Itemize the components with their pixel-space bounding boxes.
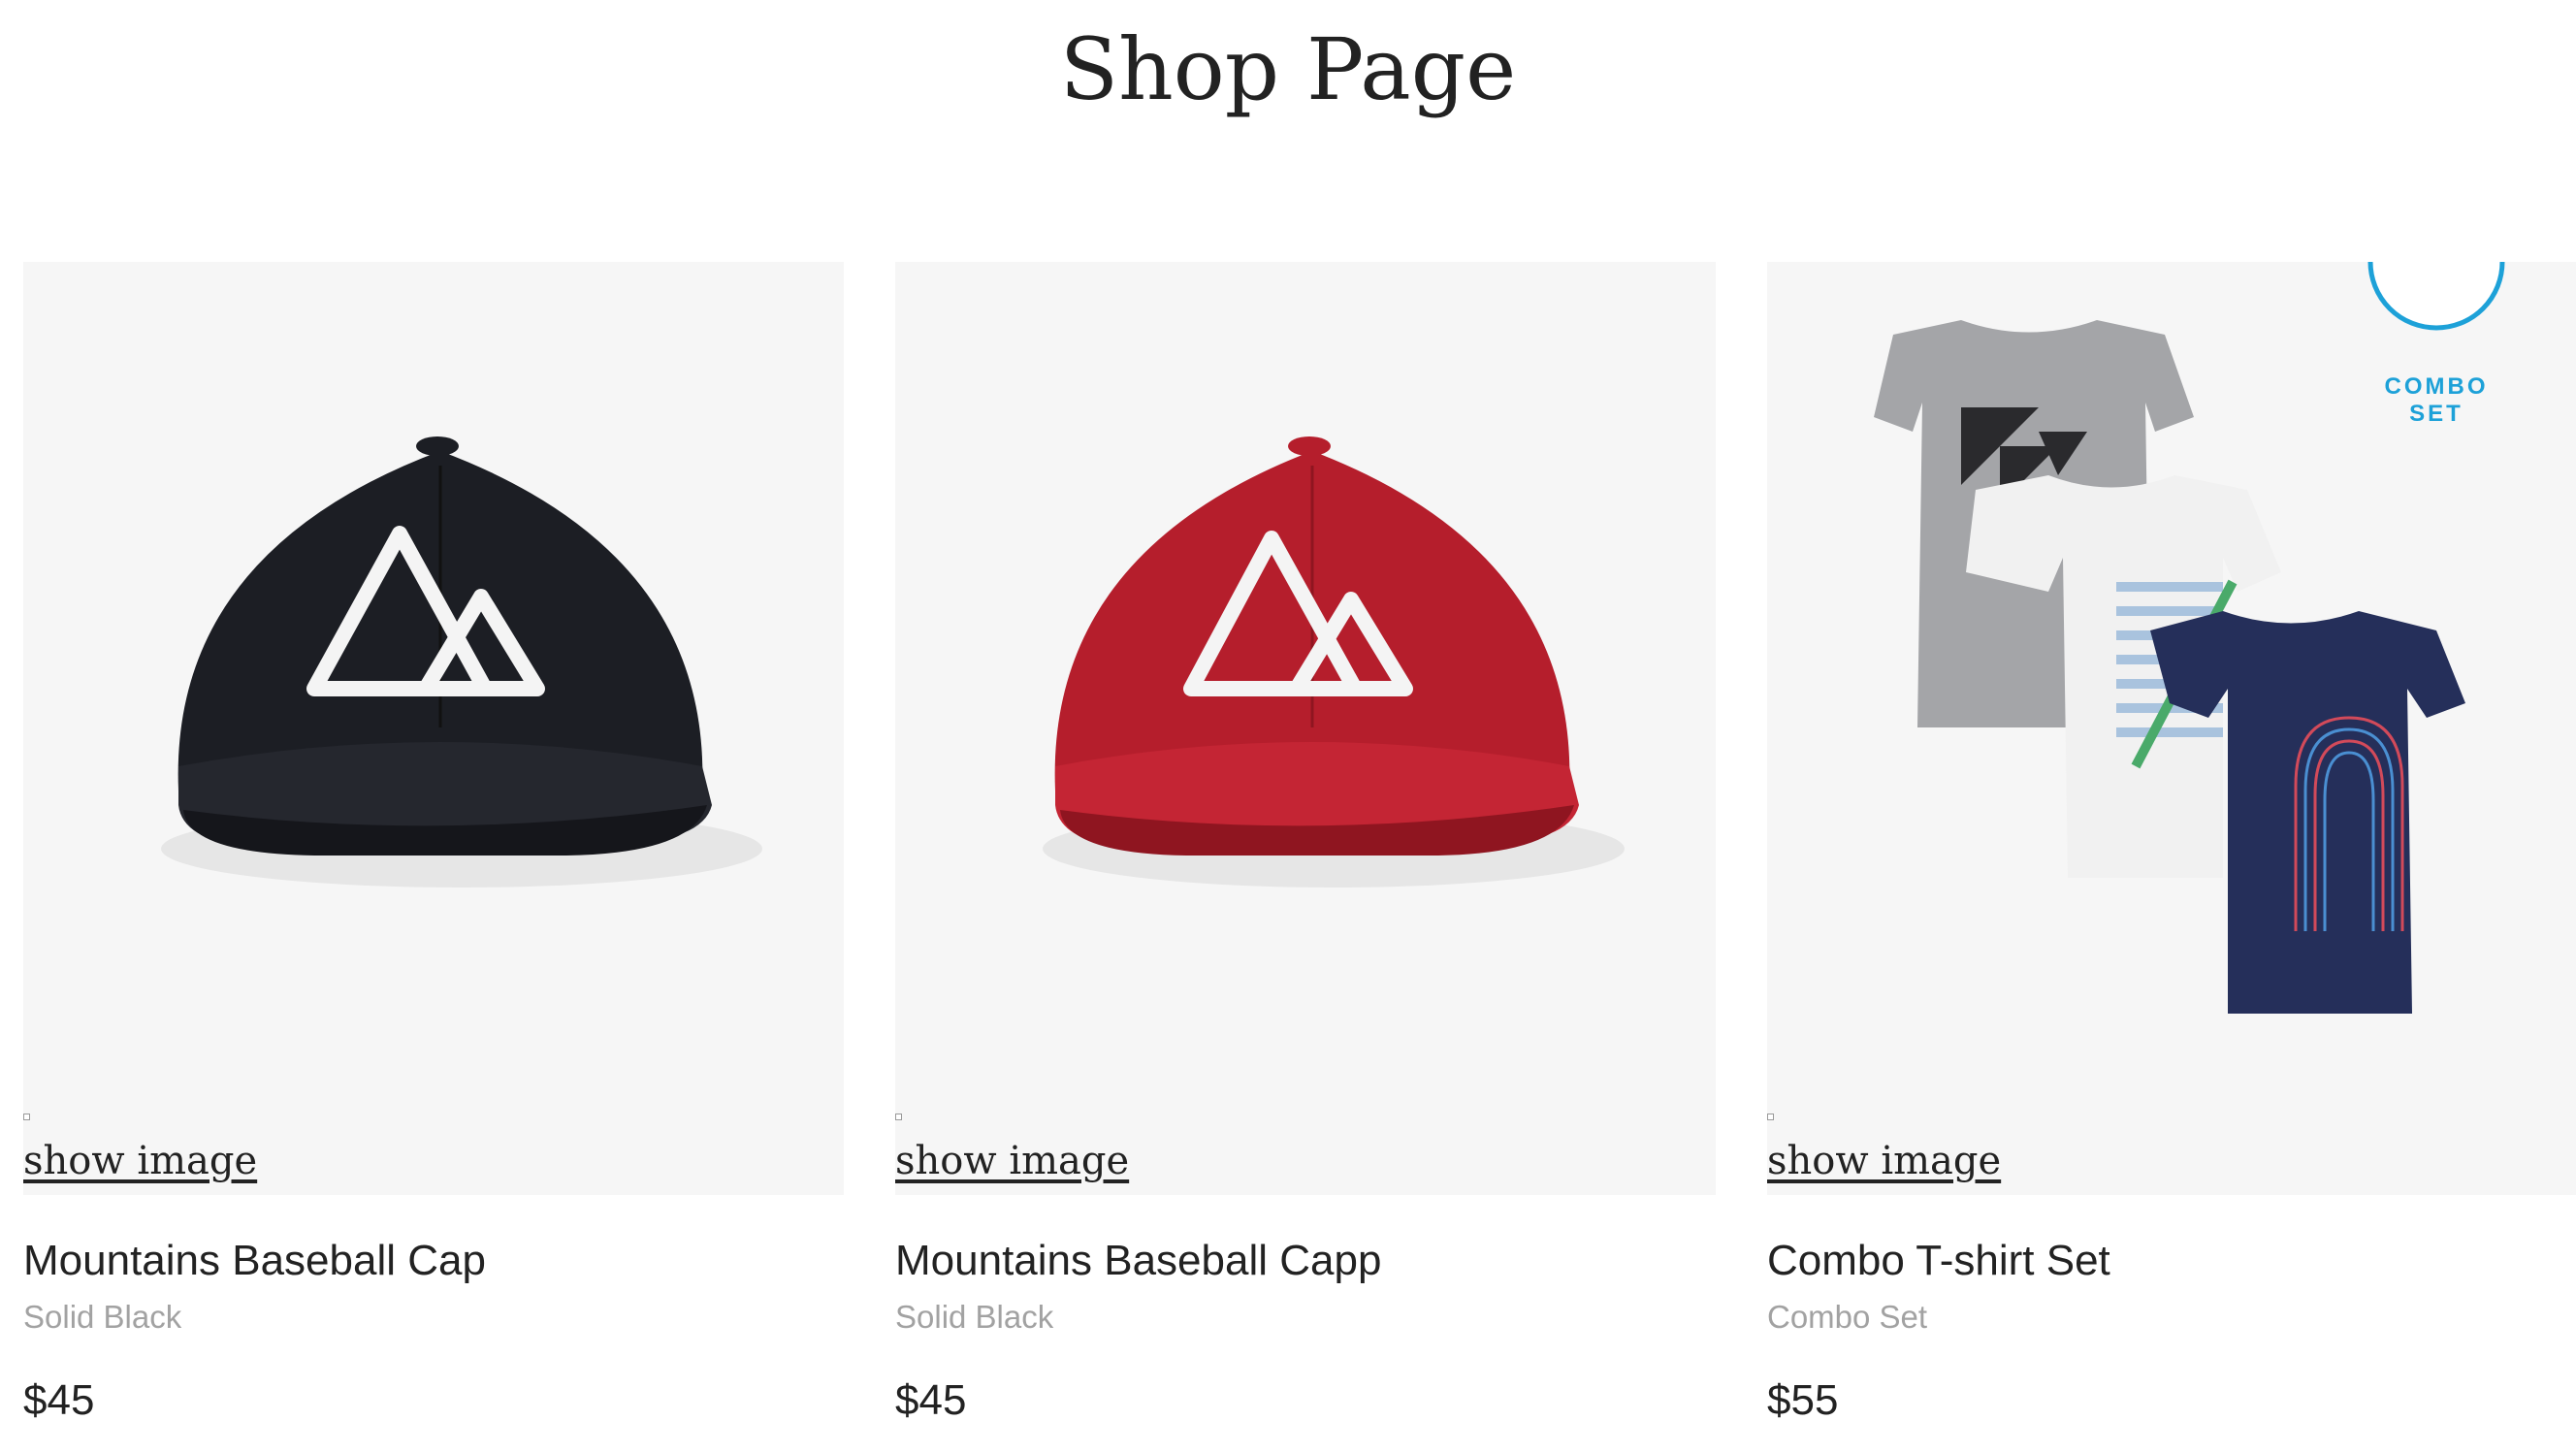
product-price: $45 xyxy=(23,1376,95,1424)
product-card[interactable]: show image Mountains Baseball Capp Solid… xyxy=(895,262,1716,1424)
image-placeholder-icon xyxy=(1767,1114,1774,1120)
image-placeholder-icon xyxy=(895,1114,902,1120)
red-baseball-cap-image xyxy=(1043,436,1625,888)
product-image-area[interactable]: show image xyxy=(895,262,1716,1195)
product-variant: Combo Set xyxy=(1767,1299,1928,1335)
black-baseball-cap-image xyxy=(161,436,762,888)
tshirt-combo-image: COMBO SET xyxy=(1874,262,2505,1014)
product-price: $45 xyxy=(895,1376,967,1424)
show-image-link[interactable]: show image xyxy=(1767,1139,2001,1183)
page-title: Shop Page xyxy=(1059,19,1517,119)
product-image-area[interactable]: COMBO SET show image xyxy=(1767,262,2576,1195)
product-name[interactable]: Combo T-shirt Set xyxy=(1767,1234,2110,1288)
product-name[interactable]: Mountains Baseball Cap xyxy=(23,1234,486,1288)
product-card[interactable]: show image Mountains Baseball Cap Solid … xyxy=(23,262,844,1424)
badge-line1: COMBO xyxy=(2385,373,2489,400)
product-price: $55 xyxy=(1767,1376,1839,1424)
product-card[interactable]: COMBO SET show image Combo T-shirt Set C… xyxy=(1767,262,2576,1424)
show-image-link[interactable]: show image xyxy=(23,1139,257,1183)
show-image-link[interactable]: show image xyxy=(895,1139,1129,1183)
product-variant: Solid Black xyxy=(895,1299,1054,1335)
badge-line2: SET xyxy=(2409,401,2463,427)
image-placeholder-icon xyxy=(23,1114,30,1120)
product-variant: Solid Black xyxy=(23,1299,182,1335)
product-image-area[interactable]: show image xyxy=(23,262,844,1195)
product-name[interactable]: Mountains Baseball Capp xyxy=(895,1234,1381,1288)
